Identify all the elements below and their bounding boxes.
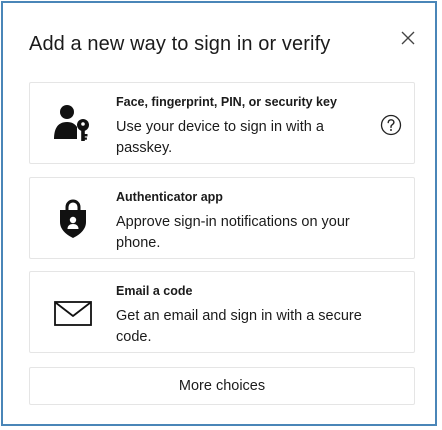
option-email-code[interactable]: Email a code Get an email and sign in wi… (29, 271, 415, 353)
shield-lock-icon (52, 198, 94, 240)
envelope-icon (52, 292, 94, 334)
question-circle-icon[interactable] (380, 114, 402, 136)
close-icon (401, 31, 415, 45)
option-description: Use your device to sign in with a passke… (116, 119, 324, 156)
option-description: Get an email and sign in with a secure c… (116, 308, 362, 345)
option-heading: Authenticator app (116, 190, 223, 204)
option-passkey[interactable]: Face, fingerprint, PIN, or security key … (29, 82, 415, 164)
close-button[interactable] (397, 27, 419, 49)
user-key-icon (52, 103, 94, 145)
option-heading: Face, fingerprint, PIN, or security key (116, 95, 337, 109)
dialog-title: Add a new way to sign in or verify (29, 33, 331, 55)
option-heading: Email a code (116, 284, 193, 298)
option-authenticator-app[interactable]: Authenticator app Approve sign-in notifi… (29, 177, 415, 259)
option-description: Approve sign-in notifications on your ph… (116, 214, 350, 251)
more-choices-button[interactable]: More choices (29, 367, 415, 405)
sign-in-method-dialog: Add a new way to sign in or verify Face,… (1, 1, 437, 426)
